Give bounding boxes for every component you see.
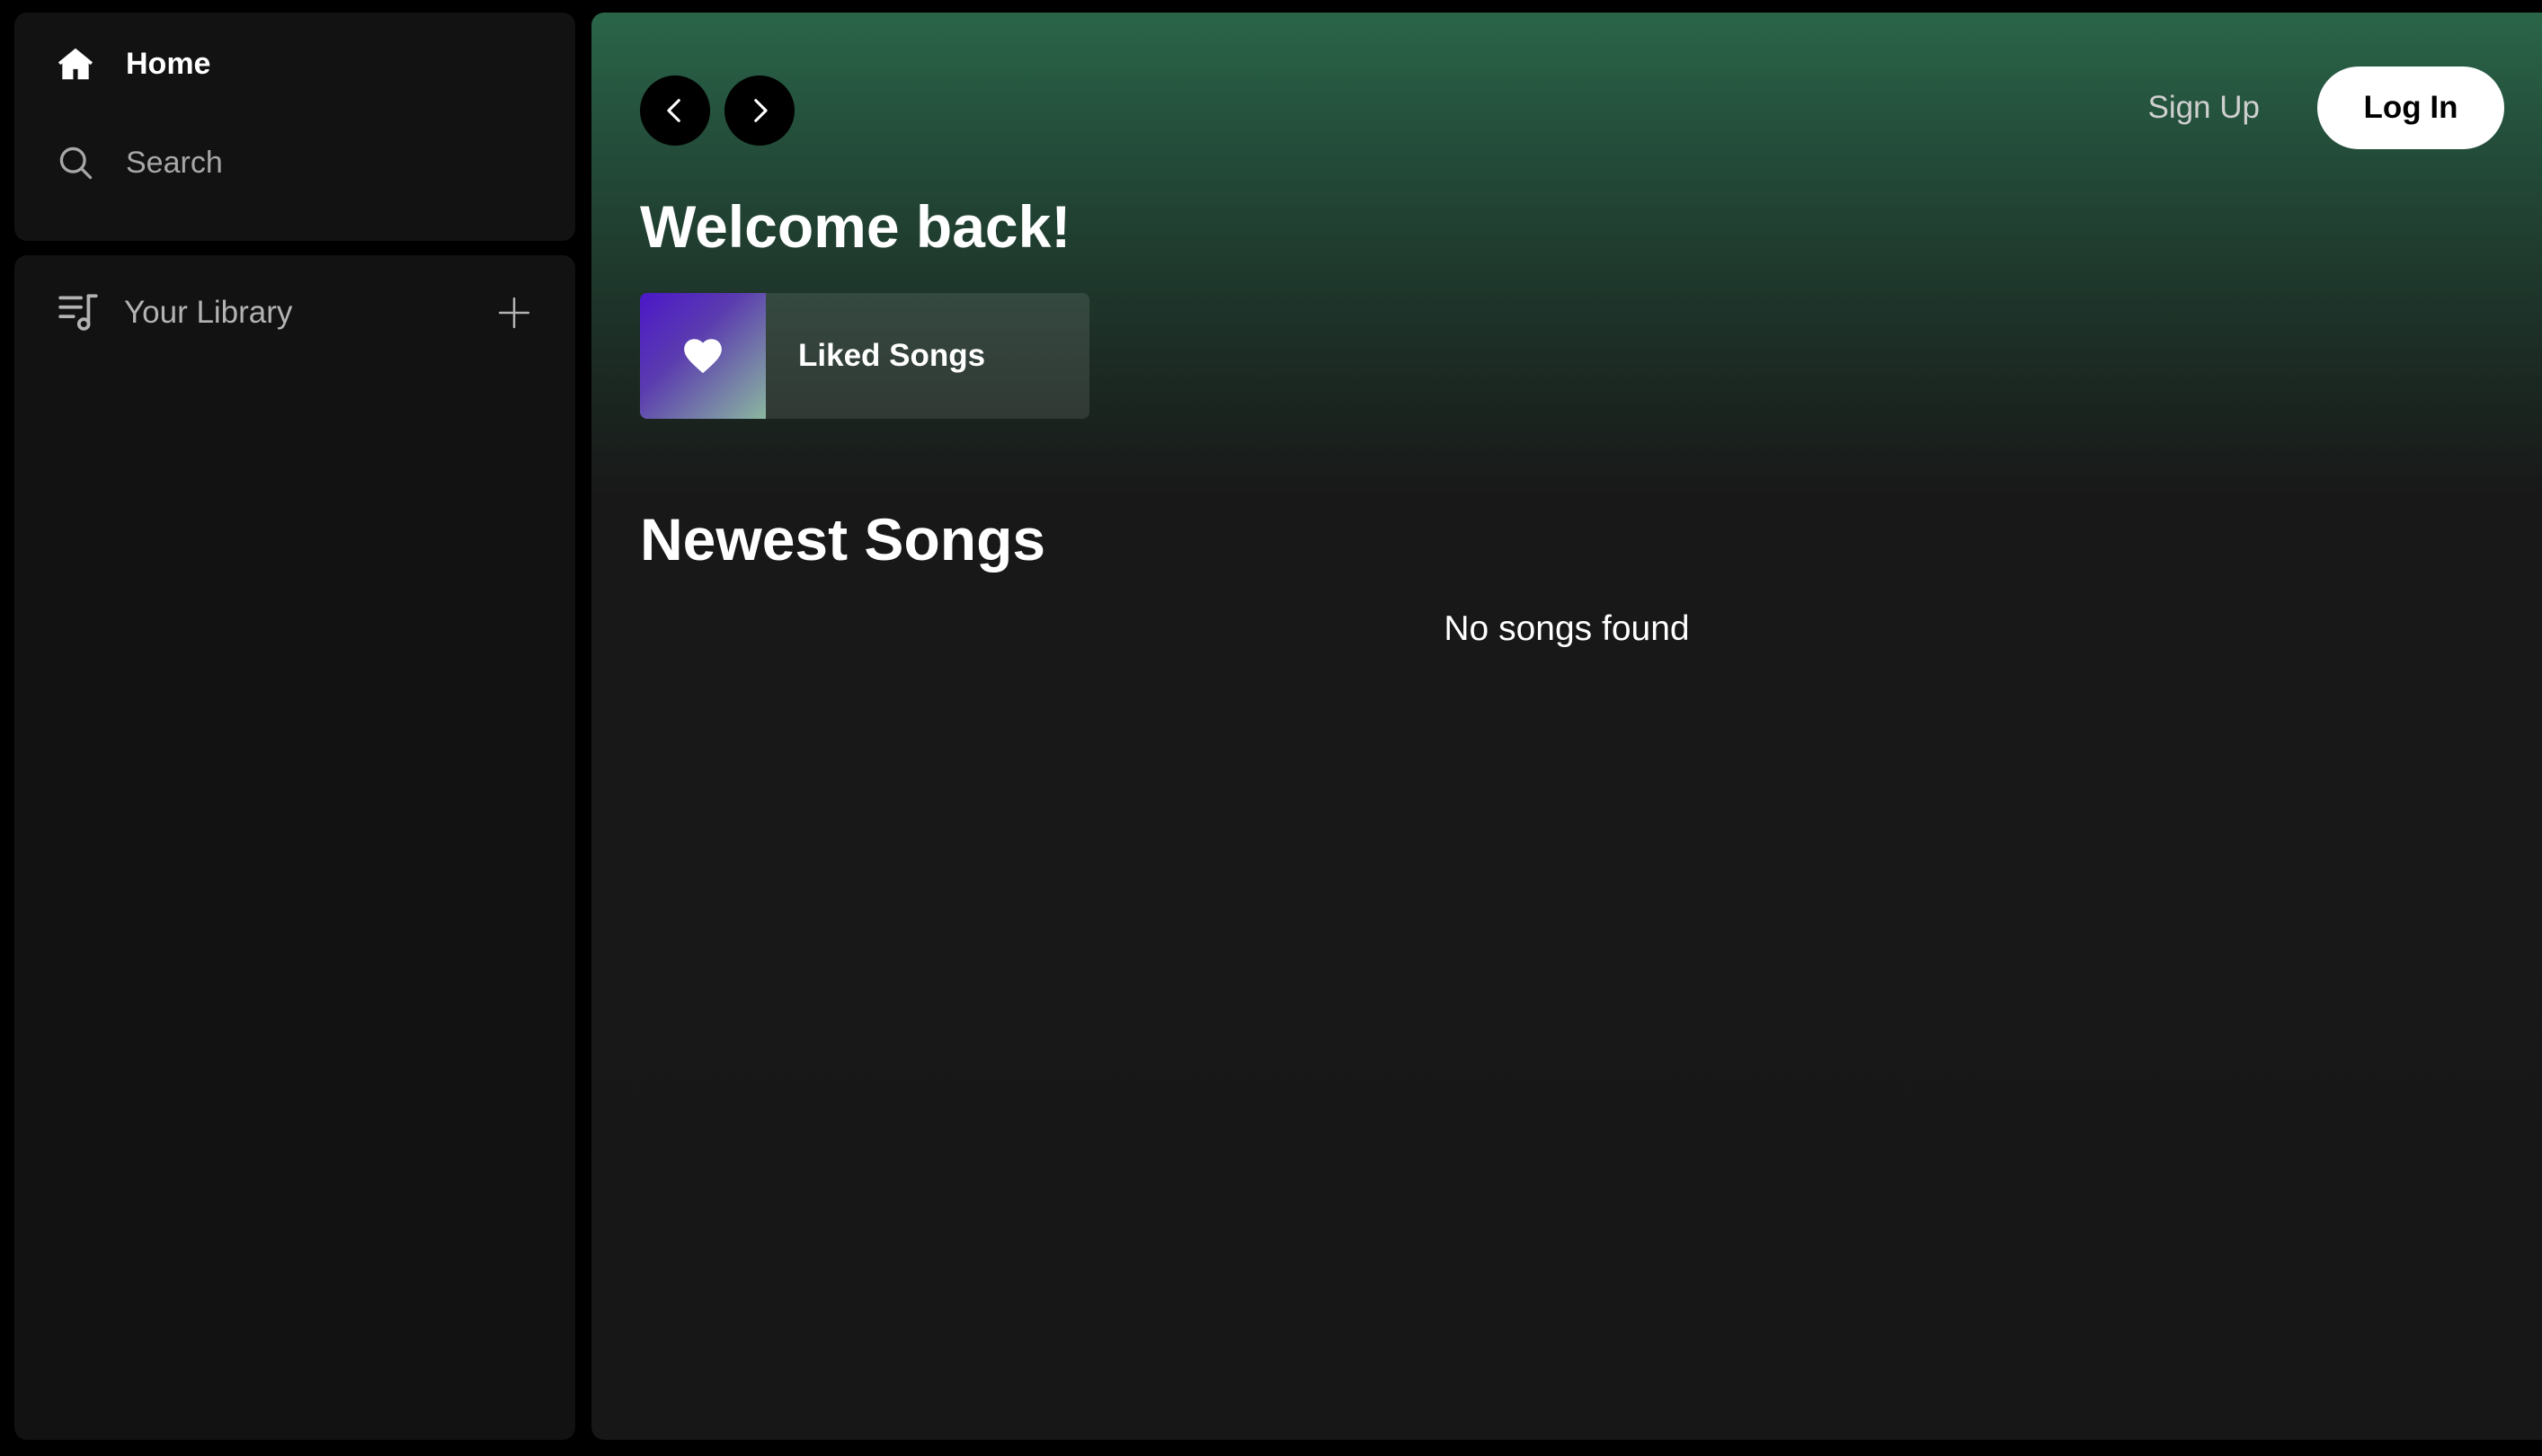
liked-songs-artwork xyxy=(640,293,766,419)
heart-icon xyxy=(684,339,722,374)
library-button[interactable]: Your Library xyxy=(56,289,292,336)
log-in-button[interactable]: Log In xyxy=(2317,67,2504,149)
sidebar-item-label: Search xyxy=(126,145,223,180)
sidebar-item-label: Home xyxy=(126,46,211,81)
library-panel: Your Library xyxy=(14,255,575,1440)
liked-songs-card[interactable]: Liked Songs xyxy=(640,293,1089,419)
empty-state-message: No songs found xyxy=(1444,609,1690,648)
sidebar-item-home[interactable]: Home xyxy=(56,40,534,88)
liked-songs-label: Liked Songs xyxy=(798,338,986,373)
page-title: Welcome back! xyxy=(640,193,1071,260)
history-navigation xyxy=(640,75,795,146)
sidebar-nav-panel: Home Search xyxy=(14,13,575,241)
home-icon xyxy=(56,44,95,84)
auth-controls: Sign Up Log In xyxy=(2147,67,2504,149)
forward-button[interactable] xyxy=(724,75,795,146)
create-playlist-button[interactable] xyxy=(493,291,536,334)
search-icon xyxy=(56,143,95,182)
back-button[interactable] xyxy=(640,75,710,146)
sidebar-item-search[interactable]: Search xyxy=(56,138,534,187)
sign-up-button[interactable]: Sign Up xyxy=(2147,90,2260,126)
library-header: Your Library xyxy=(56,288,534,338)
library-title: Your Library xyxy=(124,295,293,330)
main-content: Sign Up Log In Welcome back! Liked Songs… xyxy=(591,13,2542,1440)
plus-icon xyxy=(498,297,530,329)
chevron-left-icon xyxy=(667,99,680,122)
library-icon xyxy=(56,289,102,336)
newest-songs-heading: Newest Songs xyxy=(640,506,1046,573)
chevron-right-icon xyxy=(754,99,768,122)
app-window: Home Search Your Library Sign Up Log In … xyxy=(0,0,2542,1456)
